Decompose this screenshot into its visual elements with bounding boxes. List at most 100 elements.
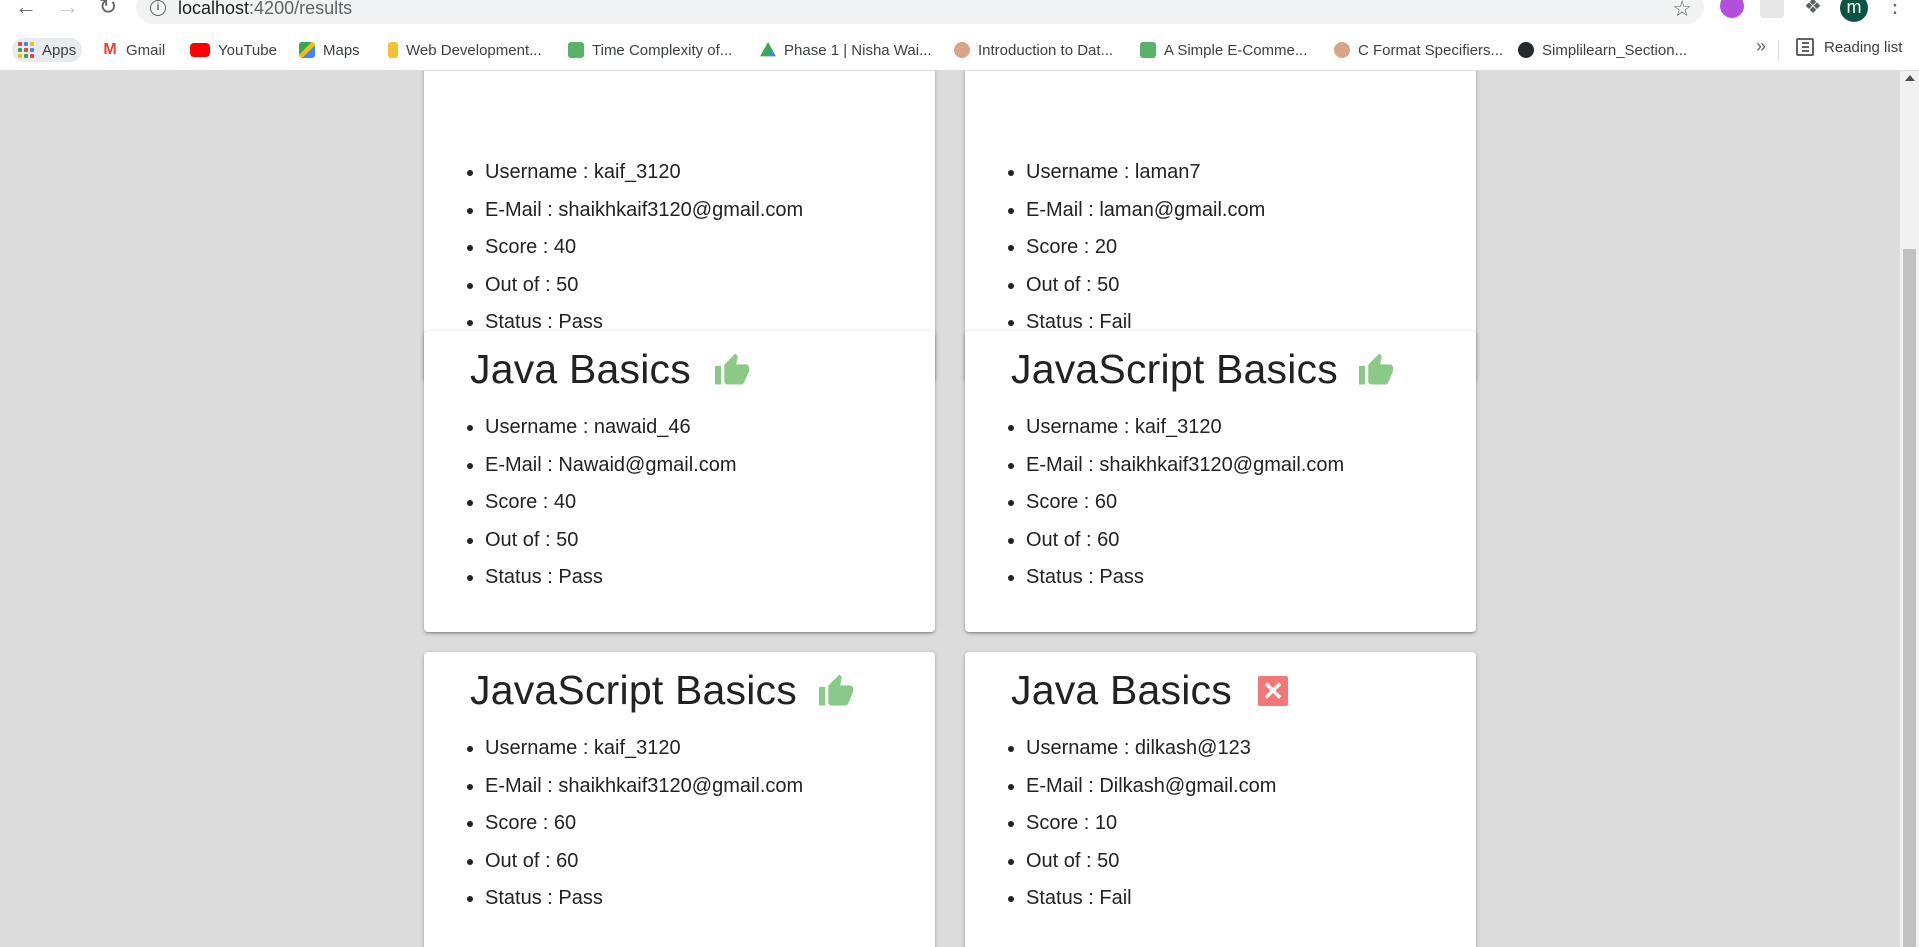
bookmark-favicon-icon [1140, 42, 1156, 58]
bookmark-youtube[interactable]: YouTube [184, 38, 283, 62]
profile-avatar[interactable]: m [1840, 0, 1868, 22]
result-score: Score : 20 [1026, 234, 1265, 272]
profile-favicon-icon [954, 42, 970, 58]
result-username: Username : kaif_3120 [1026, 414, 1344, 452]
thumbs-up-icon [715, 353, 749, 385]
result-email: E-Mail : shaikhkaif3120@gmail.com [485, 197, 803, 235]
bookmark-time-complexity[interactable]: Time Complexity of... [562, 38, 738, 62]
result-details: Username : laman7 E-Mail : laman@gmail.c… [997, 159, 1265, 347]
address-bar[interactable]: i localhost:4200/results ☆ [136, 0, 1704, 24]
bookmarks-overflow-icon[interactable]: » [1756, 36, 1766, 57]
maps-icon [299, 42, 315, 58]
reading-list-label: Reading list [1824, 38, 1903, 56]
results-page: Username : kaif_3120 E-Mail : shaikhkaif… [0, 71, 1900, 947]
bookmark-label: Web Development... [406, 41, 542, 59]
bookmark-introduction[interactable]: Introduction to Dat... [948, 38, 1119, 62]
bookmark-c-format[interactable]: C Format Specifiers... [1328, 38, 1509, 62]
back-arrow-icon[interactable]: ← [12, 0, 40, 22]
result-out-of: Out of : 50 [1026, 272, 1265, 310]
url-path: :4200/results [249, 0, 353, 18]
quiz-title: Java Basics [1011, 667, 1232, 713]
result-out-of: Out of : 60 [485, 848, 803, 886]
result-out-of: Out of : 50 [485, 527, 736, 565]
close-icon: ✕ [1258, 676, 1288, 706]
url-text[interactable]: localhost:4200/results [178, 0, 352, 19]
bookmark-label: Time Complexity of... [592, 41, 733, 59]
quiz-title: Java Basics [470, 346, 691, 392]
reading-list-icon [1796, 38, 1814, 56]
bookmark-maps[interactable]: Maps [293, 38, 366, 62]
bookmark-phase-1[interactable]: Phase 1 | Nisha Wai... [754, 38, 938, 62]
bookmark-simple-ecommerce[interactable]: A Simple E-Comme... [1134, 38, 1313, 62]
bookmark-label: Phase 1 | Nisha Wai... [784, 41, 932, 59]
result-details: Username : kaif_3120 E-Mail : shaikhkaif… [456, 159, 803, 347]
result-username: Username : laman7 [1026, 159, 1265, 197]
result-score: Score : 60 [1026, 489, 1344, 527]
bookmark-label: Introduction to Dat... [978, 41, 1114, 59]
result-username: Username : kaif_3120 [485, 735, 803, 773]
result-score: Score : 40 [485, 234, 803, 272]
bookmark-gmail[interactable]: M Gmail [96, 38, 171, 62]
extension-icon[interactable] [1720, 0, 1744, 18]
result-score: Score : 40 [485, 489, 736, 527]
bookmark-label: Apps [42, 41, 77, 59]
bookmark-simplilearn[interactable]: Simplilearn_Section... [1512, 38, 1693, 62]
result-out-of: Out of : 50 [1026, 848, 1276, 886]
reload-icon[interactable]: ↻ [94, 0, 122, 22]
thumbs-up-icon [1359, 353, 1393, 385]
result-email: E-Mail : shaikhkaif3120@gmail.com [1026, 452, 1344, 490]
result-details: Username : dilkash@123 E-Mail : Dilkash@… [997, 735, 1276, 923]
youtube-icon [190, 43, 210, 57]
url-host: localhost [178, 0, 250, 18]
bookmark-star-icon[interactable]: ☆ [1672, 0, 1692, 22]
bookmark-label: Simplilearn_Section... [1542, 41, 1688, 59]
result-username: Username : kaif_3120 [485, 159, 803, 197]
result-score: Score : 60 [485, 810, 803, 848]
result-status: Status : Pass [485, 885, 803, 923]
result-email: E-Mail : Nawaid@gmail.com [485, 452, 736, 490]
google-drive-icon [760, 42, 776, 57]
scroll-up-arrow-icon[interactable] [1905, 75, 1915, 81]
result-status: Status : Pass [485, 564, 736, 602]
bookmark-label: C Format Specifiers... [1358, 41, 1504, 59]
result-details: Username : kaif_3120 E-Mail : shaikhkaif… [456, 735, 803, 923]
result-username: Username : dilkash@123 [1026, 735, 1276, 773]
info-icon[interactable]: i [150, 0, 166, 16]
result-details: Username : nawaid_46 E-Mail : Nawaid@gma… [456, 414, 736, 602]
menu-icon[interactable]: ⋮ [1884, 0, 1906, 18]
bookmark-web-development[interactable]: Web Development... [382, 38, 548, 62]
vertical-scrollbar[interactable] [1900, 71, 1919, 947]
forward-arrow-icon[interactable]: → [54, 0, 82, 22]
result-score: Score : 10 [1026, 810, 1276, 848]
result-details: Username : kaif_3120 E-Mail : shaikhkaif… [997, 414, 1344, 602]
bookmark-label: A Simple E-Comme... [1164, 41, 1308, 59]
result-email: E-Mail : shaikhkaif3120@gmail.com [485, 773, 803, 811]
extension-icon[interactable] [1760, 0, 1784, 18]
bookmark-favicon-icon [388, 42, 398, 58]
quiz-title: JavaScript Basics [1011, 346, 1338, 392]
reading-list-button[interactable]: Reading list [1796, 38, 1902, 56]
result-card: JavaScript Basics Username : kaif_3120 E… [424, 652, 935, 947]
bookmark-favicon-icon [568, 42, 584, 58]
bookmarks-bar: Apps M Gmail YouTube Maps Web Developmen… [0, 30, 1919, 71]
bookmark-apps[interactable]: Apps [12, 38, 83, 62]
result-out-of: Out of : 50 [485, 272, 803, 310]
bookmark-label: YouTube [218, 41, 277, 59]
bookmark-label: Maps [323, 41, 360, 59]
profile-favicon-icon [1334, 42, 1350, 58]
result-username: Username : nawaid_46 [485, 414, 736, 452]
bookmark-label: Gmail [126, 41, 166, 59]
thumbs-up-icon [819, 674, 853, 706]
result-card: Java Basics Username : nawaid_46 E-Mail … [424, 331, 935, 632]
result-status: Status : Fail [1026, 885, 1276, 923]
result-card: Java Basics ✕ Username : dilkash@123 E-M… [965, 652, 1476, 947]
result-card: JavaScript Basics Username : kaif_3120 E… [965, 331, 1476, 632]
result-status: Status : Pass [1026, 564, 1344, 602]
result-email: E-Mail : laman@gmail.com [1026, 197, 1265, 235]
puzzle-icon[interactable]: ❖ [1799, 0, 1827, 22]
result-out-of: Out of : 60 [1026, 527, 1344, 565]
divider [1778, 40, 1779, 62]
browser-toolbar: ← → ↻ i localhost:4200/results ☆ ❖ m ⋮ [0, 0, 1919, 30]
scrollbar-thumb[interactable] [1903, 249, 1916, 947]
result-email: E-Mail : Dilkash@gmail.com [1026, 773, 1276, 811]
